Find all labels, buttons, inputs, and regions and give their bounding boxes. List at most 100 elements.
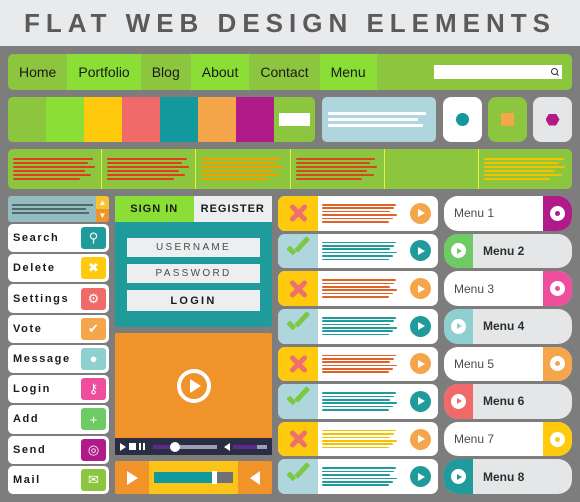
hex-tile[interactable] bbox=[533, 97, 572, 142]
go-button[interactable] bbox=[402, 347, 438, 382]
volume-slider[interactable] bbox=[233, 444, 267, 449]
menu-item-7[interactable]: Menu 7 bbox=[444, 421, 572, 457]
palette-swatch-4[interactable] bbox=[160, 97, 198, 142]
settings-button[interactable]: Settings ⚙ bbox=[8, 284, 109, 313]
band-column-4 bbox=[383, 149, 478, 189]
band-text-line bbox=[295, 157, 376, 160]
button-label: Vote bbox=[13, 322, 43, 335]
go-button[interactable] bbox=[402, 384, 438, 419]
send-button[interactable]: Send ◎ bbox=[8, 435, 109, 464]
username-field[interactable]: USERNAME bbox=[127, 238, 260, 257]
search-input[interactable] bbox=[434, 65, 562, 79]
go-button[interactable] bbox=[402, 234, 438, 269]
vote-button[interactable]: Vote ✔ bbox=[8, 314, 109, 343]
button-label: Delete bbox=[13, 262, 56, 275]
status-list-item[interactable] bbox=[278, 308, 438, 344]
play-icon bbox=[409, 428, 431, 450]
menu-list-column: Menu 1 Menu 2 Menu 3 Menu 4 Menu 5 Menu 6 Menu… bbox=[444, 196, 572, 494]
speaker-icon[interactable] bbox=[238, 461, 272, 494]
palette-swatch-5[interactable] bbox=[198, 97, 236, 142]
status-list-item[interactable] bbox=[278, 196, 438, 231]
play-icon[interactable] bbox=[115, 461, 149, 494]
password-field[interactable]: PASSWORD bbox=[127, 264, 260, 283]
menu-item-label: Menu 6 bbox=[483, 394, 525, 409]
video-progress-slider[interactable] bbox=[153, 441, 217, 452]
arrow-up-icon[interactable]: ▲ bbox=[96, 196, 109, 209]
delete-button[interactable]: Delete ✖ bbox=[8, 254, 109, 283]
video-control-bar bbox=[115, 438, 272, 455]
video-screen[interactable] bbox=[115, 333, 272, 438]
login-button[interactable]: LOGIN bbox=[127, 290, 260, 311]
close-x-icon bbox=[278, 421, 318, 457]
login-media-column: SIGN IN REGISTER USERNAME PASSWORD LOGIN bbox=[115, 196, 272, 494]
nav-item-menu[interactable]: Menu bbox=[319, 54, 377, 90]
band-text-line bbox=[295, 165, 378, 168]
palette-swatch-6[interactable] bbox=[236, 97, 274, 142]
band-text-line bbox=[295, 178, 363, 181]
square-icon bbox=[501, 113, 514, 126]
band-text-line bbox=[201, 170, 273, 173]
scroll-arrows[interactable]: ▲ ▼ bbox=[96, 196, 109, 222]
page-title: FLAT WEB DESIGN ELEMENTS bbox=[23, 7, 557, 38]
status-list-item[interactable] bbox=[278, 421, 438, 457]
nav-item-home[interactable]: Home bbox=[8, 54, 67, 90]
go-button[interactable] bbox=[402, 196, 438, 231]
status-list-item[interactable] bbox=[278, 233, 438, 269]
button-label: Message bbox=[13, 352, 71, 365]
record-icon bbox=[550, 205, 565, 221]
nav-item-portfolio[interactable]: Portfolio bbox=[67, 54, 141, 90]
palette-swatch-0[interactable] bbox=[8, 97, 46, 142]
scroll-widget[interactable]: ▲ ▼ bbox=[8, 196, 109, 222]
message-button[interactable]: Message ● bbox=[8, 344, 109, 374]
go-button[interactable] bbox=[402, 309, 438, 344]
status-list-item[interactable] bbox=[278, 459, 438, 494]
palette-swatch-1[interactable] bbox=[46, 97, 84, 142]
stop-icon[interactable] bbox=[129, 443, 136, 450]
login-button[interactable]: Login ⚷ bbox=[8, 375, 109, 404]
palette-swatch-3[interactable] bbox=[122, 97, 160, 142]
mail-button[interactable]: Mail ✉ bbox=[8, 465, 109, 494]
square-tile[interactable] bbox=[488, 97, 527, 142]
go-button[interactable] bbox=[402, 271, 438, 306]
status-item-text bbox=[318, 234, 402, 269]
menu-item-5[interactable]: Menu 5 bbox=[444, 346, 572, 382]
nav-item-about[interactable]: About bbox=[190, 54, 250, 90]
menu-item-3[interactable]: Menu 3 bbox=[444, 271, 572, 306]
play-icon[interactable] bbox=[120, 442, 126, 451]
circle-tile[interactable] bbox=[443, 97, 482, 142]
menu-item-6[interactable]: Menu 6 bbox=[444, 384, 572, 419]
play-icon[interactable] bbox=[176, 368, 211, 403]
band-text-line bbox=[107, 161, 183, 164]
menu-item-8[interactable]: Menu 8 bbox=[444, 459, 572, 494]
record-icon bbox=[550, 356, 565, 372]
status-list-item[interactable] bbox=[278, 346, 438, 382]
audio-progress-slider[interactable] bbox=[154, 471, 233, 484]
search-button[interactable]: Search ⚲ bbox=[8, 224, 109, 253]
status-list-item[interactable] bbox=[278, 384, 438, 419]
tab-sign-in[interactable]: SIGN IN bbox=[115, 196, 194, 222]
menu-chip bbox=[444, 308, 473, 344]
pause-icon[interactable] bbox=[139, 443, 146, 450]
arrow-down-icon[interactable]: ▼ bbox=[96, 209, 109, 222]
menu-item-4[interactable]: Menu 4 bbox=[444, 308, 572, 344]
menu-item-2[interactable]: Menu 2 bbox=[444, 233, 572, 269]
tab-register[interactable]: REGISTER bbox=[193, 196, 272, 222]
menu-item-1[interactable]: Menu 1 bbox=[444, 196, 572, 231]
menu-chip bbox=[543, 196, 572, 231]
nav-item-blog[interactable]: Blog bbox=[141, 54, 191, 90]
check-icon: ✔ bbox=[81, 317, 106, 340]
speaker-icon[interactable] bbox=[224, 442, 230, 451]
add-button[interactable]: Add + bbox=[8, 405, 109, 434]
status-list-column bbox=[278, 196, 438, 494]
menu-chip bbox=[543, 271, 572, 306]
status-list-item[interactable] bbox=[278, 271, 438, 306]
palette-swatch-2[interactable] bbox=[84, 97, 122, 142]
close-x-icon: ✖ bbox=[81, 257, 106, 280]
go-button[interactable] bbox=[402, 422, 438, 457]
key-icon: ⚷ bbox=[81, 378, 106, 401]
palette-input[interactable] bbox=[274, 97, 315, 142]
chat-icon: ● bbox=[81, 347, 106, 370]
go-button[interactable] bbox=[402, 459, 438, 494]
search-icon bbox=[551, 68, 559, 76]
nav-item-contact[interactable]: Contact bbox=[249, 54, 319, 90]
